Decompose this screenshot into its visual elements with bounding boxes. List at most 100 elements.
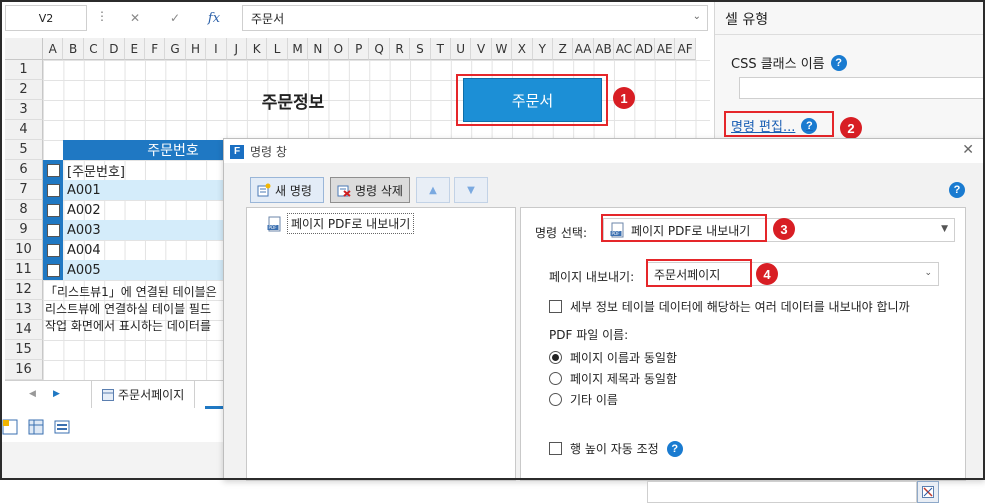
- column-header[interactable]: AF: [675, 38, 696, 60]
- help-icon[interactable]: ?: [666, 440, 683, 457]
- checkbox-icon[interactable]: [46, 183, 60, 197]
- filename-radio-option[interactable]: 페이지 이름과 동일함: [549, 349, 677, 366]
- new-command-button[interactable]: 새 명령: [250, 177, 324, 203]
- select-all-corner[interactable]: [5, 38, 43, 60]
- column-header[interactable]: W: [491, 38, 513, 60]
- css-class-input[interactable]: [739, 77, 985, 99]
- checkbox-icon[interactable]: [46, 163, 60, 177]
- column-header[interactable]: V: [471, 38, 492, 60]
- table-icon[interactable]: [28, 419, 44, 435]
- enter-icon[interactable]: ✓: [164, 8, 186, 28]
- column-header[interactable]: Z: [553, 38, 574, 60]
- row-header[interactable]: 13: [5, 300, 43, 320]
- column-header[interactable]: L: [267, 38, 288, 60]
- column-header[interactable]: Q: [369, 38, 390, 60]
- pick-button[interactable]: [917, 481, 939, 503]
- fx-icon[interactable]: fx: [203, 8, 225, 28]
- row-header[interactable]: 2: [5, 80, 43, 100]
- radio-icon[interactable]: [549, 351, 562, 364]
- column-header[interactable]: AE: [655, 38, 676, 60]
- row-header[interactable]: 7: [5, 180, 43, 200]
- column-header[interactable]: A: [43, 38, 64, 60]
- help-icon[interactable]: ?: [949, 182, 965, 198]
- column-header[interactable]: K: [247, 38, 268, 60]
- command-list-item[interactable]: PDF 페이지 PDF로 내보내기: [267, 213, 415, 234]
- name-box[interactable]: V2: [5, 5, 87, 31]
- row-header[interactable]: 8: [5, 200, 43, 220]
- column-header[interactable]: AC: [614, 38, 635, 60]
- column-header[interactable]: X: [512, 38, 533, 60]
- sheet-tab[interactable]: 주문서페이지: [91, 381, 196, 408]
- filename-radio-option[interactable]: 페이지 제목과 동일함: [549, 370, 677, 387]
- row-header[interactable]: 3: [5, 100, 43, 120]
- layout-icon[interactable]: [2, 419, 18, 435]
- column-header[interactable]: I: [206, 38, 227, 60]
- checkbox-icon[interactable]: [46, 263, 60, 277]
- row-header[interactable]: 11: [5, 260, 43, 280]
- list-item-checkbox[interactable]: [43, 260, 63, 280]
- prev-sheet-icon[interactable]: ◀: [29, 389, 36, 399]
- radio-icon[interactable]: [549, 393, 562, 406]
- row-header[interactable]: 14: [5, 320, 43, 340]
- more-options-icon[interactable]: ⋮: [96, 9, 108, 23]
- checkbox-icon[interactable]: [549, 300, 562, 313]
- filename-radio-option[interactable]: 기타 이름: [549, 391, 618, 408]
- column-header[interactable]: J: [226, 38, 247, 60]
- formula-input[interactable]: 주문서 ⌄: [242, 5, 708, 31]
- list-item-checkbox[interactable]: [43, 180, 63, 200]
- next-sheet-icon[interactable]: ▶: [53, 389, 60, 399]
- list-item-checkbox[interactable]: [43, 200, 63, 220]
- cancel-icon[interactable]: ✕: [124, 8, 146, 28]
- move-down-button[interactable]: ▼: [454, 177, 488, 203]
- row-header[interactable]: 4: [5, 120, 43, 140]
- chevron-down-icon[interactable]: ⌄: [924, 268, 932, 278]
- column-header[interactable]: R: [389, 38, 411, 60]
- row-header[interactable]: 15: [5, 340, 43, 360]
- column-header[interactable]: Y: [532, 38, 553, 60]
- other-name-input[interactable]: [647, 481, 917, 503]
- row-header[interactable]: 1: [5, 60, 43, 80]
- row-header[interactable]: 10: [5, 240, 43, 260]
- radio-icon[interactable]: [549, 372, 562, 385]
- help-icon[interactable]: ?: [830, 54, 847, 71]
- row-height-checkbox[interactable]: 행 높이 자동 조정 ?: [549, 440, 683, 457]
- move-up-button[interactable]: ▲: [416, 177, 450, 203]
- column-header[interactable]: U: [451, 38, 472, 60]
- column-header[interactable]: G: [165, 38, 186, 60]
- column-header[interactable]: N: [308, 38, 329, 60]
- list-item-checkbox[interactable]: [43, 160, 63, 180]
- column-header[interactable]: AB: [593, 38, 615, 60]
- list-item-checkbox[interactable]: [43, 240, 63, 260]
- list-icon[interactable]: [54, 419, 70, 435]
- row-header[interactable]: 12: [5, 280, 43, 300]
- delete-command-button[interactable]: 명령 삭제: [330, 177, 410, 203]
- row-header[interactable]: 16: [5, 360, 43, 380]
- chevron-down-icon[interactable]: ▼: [941, 224, 948, 234]
- checkbox-icon[interactable]: [46, 223, 60, 237]
- column-header[interactable]: AD: [634, 38, 655, 60]
- column-header[interactable]: M: [287, 38, 309, 60]
- checkbox-icon[interactable]: [46, 203, 60, 217]
- close-icon[interactable]: ✕: [962, 142, 974, 158]
- row-header[interactable]: 9: [5, 220, 43, 240]
- active-tab-indicator: [205, 406, 225, 409]
- list-item-checkbox[interactable]: [43, 220, 63, 240]
- row-header[interactable]: 5: [5, 140, 43, 160]
- column-header[interactable]: T: [430, 38, 451, 60]
- column-header[interactable]: AA: [573, 38, 594, 60]
- highlight-box-1: [456, 74, 608, 126]
- column-header[interactable]: S: [410, 38, 431, 60]
- column-header[interactable]: O: [328, 38, 349, 60]
- chevron-down-icon[interactable]: ⌄: [693, 11, 701, 22]
- column-header[interactable]: C: [83, 38, 105, 60]
- row-header[interactable]: 6: [5, 160, 43, 180]
- column-header[interactable]: F: [145, 38, 166, 60]
- detail-data-checkbox[interactable]: 세부 정보 테이블 데이터에 해당하는 여러 데이터를 내보내야 합니까: [549, 298, 910, 315]
- column-header[interactable]: E: [124, 38, 145, 60]
- checkbox-icon[interactable]: [549, 442, 562, 455]
- column-header[interactable]: D: [104, 38, 125, 60]
- column-header[interactable]: H: [185, 38, 207, 60]
- column-header[interactable]: B: [63, 38, 84, 60]
- checkbox-icon[interactable]: [46, 243, 60, 257]
- column-header[interactable]: P: [349, 38, 370, 60]
